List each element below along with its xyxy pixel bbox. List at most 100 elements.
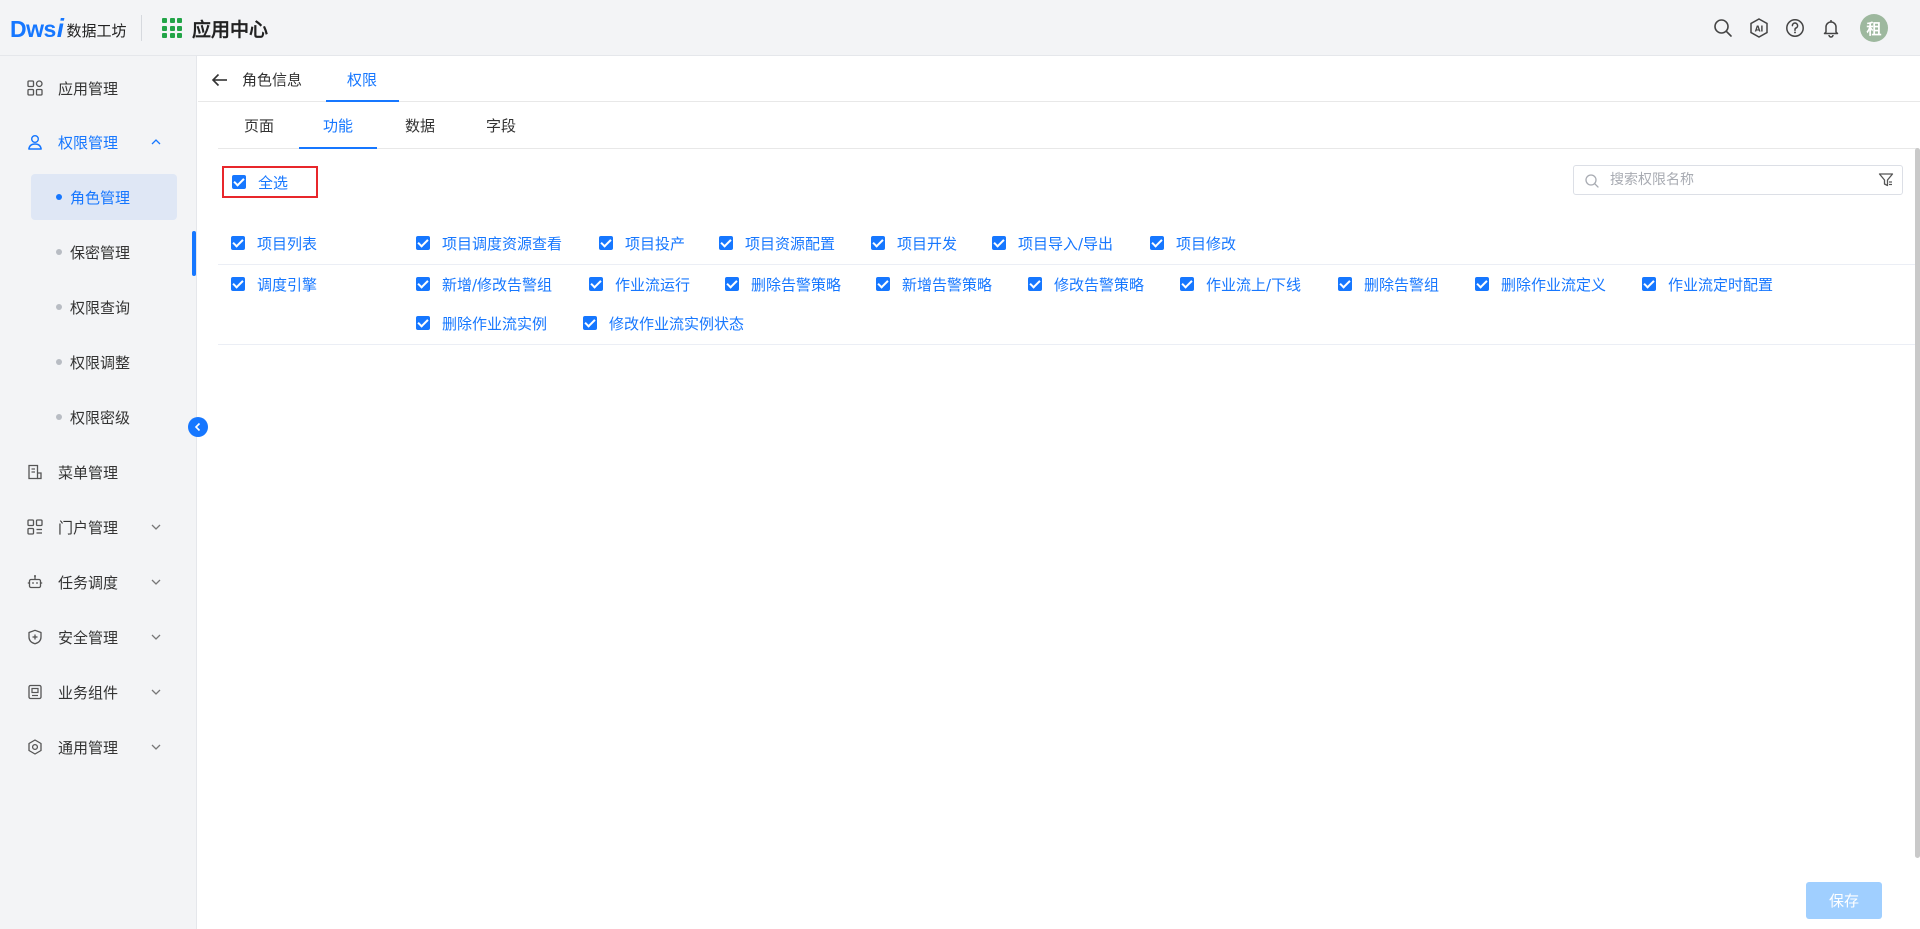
checkbox-checked[interactable]: [416, 316, 430, 330]
search-input[interactable]: [1610, 170, 1860, 190]
checkbox-checked[interactable]: [583, 316, 597, 330]
permission-group-scheduling-engine[interactable]: 调度引擎: [231, 274, 317, 294]
permission-item[interactable]: 项目投产: [599, 233, 685, 253]
permission-item[interactable]: 新增/修改告警组: [416, 274, 552, 294]
checkbox-checked[interactable]: [1150, 236, 1164, 250]
sidebar-item-menu-management[interactable]: 菜单管理: [0, 452, 190, 492]
sidebar-subitem-role-management[interactable]: 角色管理: [31, 174, 177, 220]
sidebar-item-label: 权限管理: [58, 133, 119, 152]
tab-field[interactable]: 字段: [486, 102, 516, 149]
robot-icon: [26, 573, 44, 591]
permission-label: 调度引擎: [257, 275, 318, 294]
search-icon[interactable]: [1712, 17, 1734, 39]
bell-icon[interactable]: [1820, 17, 1842, 39]
sidebar-subitem-label: 保密管理: [70, 243, 131, 262]
permission-item[interactable]: 删除作业流实例: [416, 313, 547, 333]
checkbox-checked[interactable]: [719, 236, 733, 250]
permission-item[interactable]: 作业流定时配置: [1642, 274, 1773, 294]
filter-icon[interactable]: [1878, 172, 1894, 188]
sidebar-item-label: 菜单管理: [58, 463, 119, 482]
checkbox-checked[interactable]: [992, 236, 1006, 250]
permission-item[interactable]: 删除作业流定义: [1475, 274, 1606, 294]
sidebar-item-task-scheduling[interactable]: 任务调度: [0, 562, 190, 602]
header-tabs: 角色信息 权限: [198, 56, 1920, 102]
permission-item[interactable]: 项目资源配置: [719, 233, 835, 253]
avatar[interactable]: 租: [1860, 14, 1888, 42]
permission-item[interactable]: 作业流运行: [589, 274, 690, 294]
sidebar-item-label: 门户管理: [58, 518, 119, 537]
bullet-dot: [56, 414, 62, 420]
sidebar-subitem-permission-adjust[interactable]: 权限调整: [31, 339, 177, 385]
scrollbar[interactable]: [1915, 148, 1920, 858]
checkbox-checked[interactable]: [1028, 277, 1042, 291]
permission-item[interactable]: 项目修改: [1150, 233, 1236, 253]
main-content: 角色信息 权限 页面 功能 数据 字段 全选 项目列表 项目调度资源查看 项目投…: [198, 56, 1920, 929]
sidebar-item-portal-management[interactable]: 门户管理: [0, 507, 190, 547]
chevron-down-icon: [150, 521, 162, 533]
select-all-checkbox[interactable]: 全选: [222, 166, 318, 198]
permission-search[interactable]: [1573, 165, 1903, 195]
permission-label: 项目列表: [257, 234, 318, 253]
checkbox-checked[interactable]: [1338, 277, 1352, 291]
permission-item[interactable]: 项目导入/导出: [992, 233, 1113, 253]
checkbox-checked[interactable]: [1475, 277, 1489, 291]
ai-icon[interactable]: AI: [1748, 17, 1770, 39]
sidebar-item-label: 应用管理: [58, 79, 119, 98]
sidebar-item-permission-management[interactable]: 权限管理: [0, 122, 190, 162]
permission-item[interactable]: 删除告警组: [1338, 274, 1439, 294]
sidebar-item-security-management[interactable]: 安全管理: [0, 617, 190, 657]
checkbox-checked[interactable]: [1180, 277, 1194, 291]
app-logo[interactable]: Dws i 数据工坊: [10, 12, 127, 43]
tab-data[interactable]: 数据: [405, 102, 435, 149]
sidebar-subitem-label: 权限查询: [70, 298, 131, 317]
checkbox-checked[interactable]: [871, 236, 885, 250]
checkbox-checked[interactable]: [876, 277, 890, 291]
permission-label: 项目调度资源查看: [442, 234, 563, 253]
permission-item[interactable]: 新增告警策略: [876, 274, 992, 294]
permission-label: 项目开发: [897, 234, 958, 253]
permission-item[interactable]: 删除告警策略: [725, 274, 841, 294]
sidebar-item-general-management[interactable]: 通用管理: [0, 727, 190, 767]
tab-role-info[interactable]: 角色信息: [242, 56, 302, 102]
checkbox-checked[interactable]: [1642, 277, 1656, 291]
checkbox-checked[interactable]: [416, 236, 430, 250]
menu-doc-icon: [26, 463, 44, 481]
sidebar-subitem-secrecy-management[interactable]: 保密管理: [31, 229, 177, 275]
save-button[interactable]: 保存: [1806, 882, 1882, 919]
checkbox-checked[interactable]: [599, 236, 613, 250]
checkbox-checked[interactable]: [725, 277, 739, 291]
sidebar-subitem-permission-level[interactable]: 权限密级: [31, 394, 177, 440]
permission-label: 新增告警策略: [902, 275, 993, 294]
app-center-button[interactable]: 应用中心: [162, 15, 268, 41]
tab-permissions[interactable]: 权限: [347, 56, 377, 102]
sidebar-item-app-management[interactable]: 应用管理: [0, 68, 190, 108]
sub-tabs: 页面 功能 数据 字段: [218, 102, 1918, 149]
logo-mark: Dws i: [10, 12, 64, 43]
checkbox-checked[interactable]: [232, 175, 246, 189]
top-bar: Dws i 数据工坊 应用中心 AI 租: [0, 0, 1920, 56]
settings-icon: [26, 738, 44, 756]
permission-label: 新增/修改告警组: [442, 275, 553, 294]
back-arrow-icon[interactable]: [210, 70, 230, 90]
checkbox-checked[interactable]: [231, 277, 245, 291]
permission-item[interactable]: 项目开发: [871, 233, 957, 253]
permission-item[interactable]: 作业流上/下线: [1180, 274, 1301, 294]
permission-item[interactable]: 修改作业流实例状态: [583, 313, 744, 333]
sidebar-item-business-components[interactable]: 业务组件: [0, 672, 190, 712]
permission-item[interactable]: 修改告警策略: [1028, 274, 1144, 294]
permission-item[interactable]: 项目调度资源查看: [416, 233, 562, 253]
permission-group-project-list[interactable]: 项目列表: [231, 233, 317, 253]
permission-label: 删除作业流定义: [1501, 275, 1607, 294]
sidebar-subitem-permission-query[interactable]: 权限查询: [31, 284, 177, 330]
tab-function[interactable]: 功能: [323, 102, 353, 149]
tab-page[interactable]: 页面: [244, 102, 274, 149]
checkbox-checked[interactable]: [416, 277, 430, 291]
checkbox-checked[interactable]: [231, 236, 245, 250]
row-divider: [218, 264, 1918, 265]
chevron-down-icon: [150, 741, 162, 753]
collapse-sidebar-button[interactable]: [188, 417, 208, 437]
sidebar-item-label: 安全管理: [58, 628, 119, 647]
permission-label: 项目导入/导出: [1018, 234, 1114, 253]
help-icon[interactable]: [1784, 17, 1806, 39]
checkbox-checked[interactable]: [589, 277, 603, 291]
